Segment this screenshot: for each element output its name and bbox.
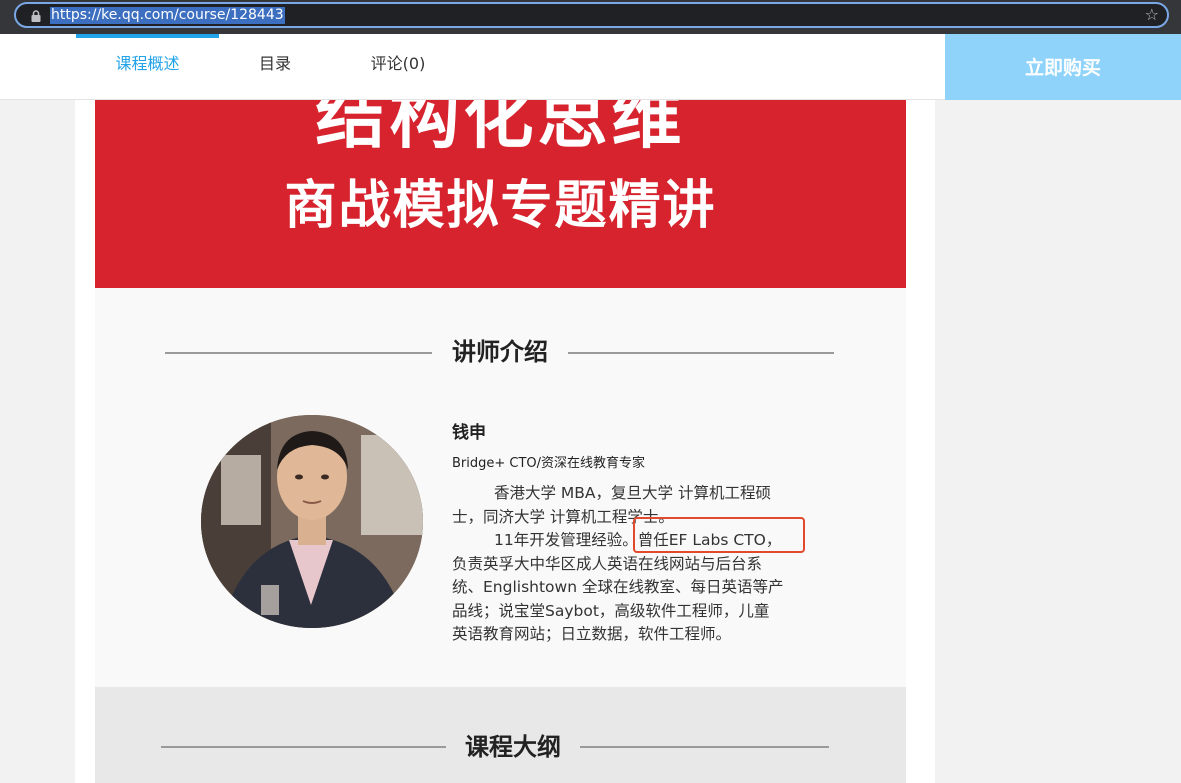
highlight-annotation-box	[633, 517, 805, 553]
lock-icon	[31, 10, 41, 22]
tab-overview[interactable]: 课程概述	[76, 34, 219, 100]
poster-banner: 结构化思维 商战模拟专题精讲	[95, 100, 906, 288]
bio-line: 统、Englishtown 全球在线教室、每日英语等产	[452, 578, 784, 596]
course-poster: 结构化思维 商战模拟专题精讲 讲师介绍 钱申 Bridge+ CTO/资深在线教…	[95, 100, 906, 783]
poster-title: 结构化思维	[315, 100, 686, 158]
address-bar[interactable]: https://ke.qq.com/course/128443 ☆	[14, 2, 1169, 28]
divider-left	[161, 746, 446, 748]
bio-line: 英语教育网站；日立数据，软件工程师。	[452, 625, 732, 643]
instructor-name: 钱申	[452, 423, 486, 443]
course-nav-bar: 课程概述 目录 评论(0) 立即购买	[0, 34, 1181, 100]
course-description: 结构化思维 商战模拟专题精讲 讲师介绍 钱申 Bridge+ CTO/资深在线教…	[75, 100, 935, 783]
outline-panel: 课程大纲	[95, 687, 906, 783]
tab-catalog[interactable]: 目录	[230, 34, 320, 100]
divider-right	[580, 746, 829, 748]
divider-left	[165, 352, 432, 354]
bio-line: 品线；说宝堂Saybot，高级软件工程师，儿童	[452, 601, 770, 620]
bio-line: 香港大学 MBA，复旦大学 计算机工程硕	[494, 484, 771, 502]
bookmark-star-icon[interactable]: ☆	[1145, 5, 1159, 25]
instructor-section-title: 讲师介绍	[452, 338, 548, 366]
instructor-avatar	[201, 415, 423, 628]
poster-subtitle: 商战模拟专题精讲	[284, 176, 717, 236]
browser-toolbar: https://ke.qq.com/course/128443 ☆	[0, 0, 1181, 34]
instructor-bio: 香港大学 MBA，复旦大学 计算机工程硕 士，同济大学 计算机工程学士。 11年…	[452, 482, 802, 647]
outline-section-title: 课程大纲	[465, 733, 561, 761]
bio-line: 负责英孚大中华区成人英语在线网站与后台系	[452, 554, 763, 573]
divider-right	[568, 352, 834, 354]
buy-now-button[interactable]: 立即购买	[945, 34, 1181, 100]
instructor-role: Bridge+ CTO/资深在线教育专家	[452, 456, 646, 471]
url-text[interactable]: https://ke.qq.com/course/128443	[50, 7, 285, 24]
tab-comments[interactable]: 评论(0)	[355, 34, 441, 100]
